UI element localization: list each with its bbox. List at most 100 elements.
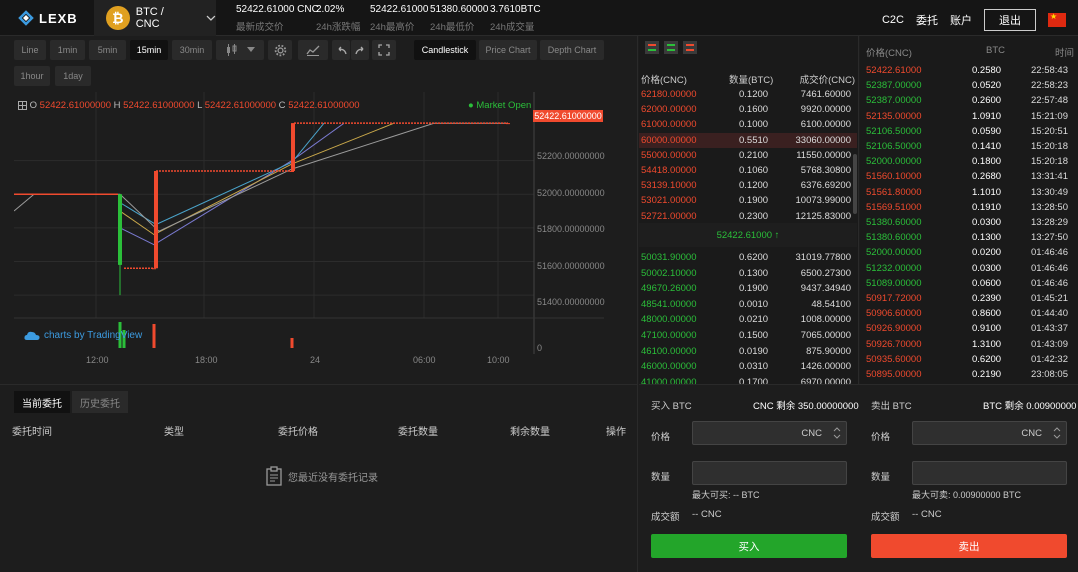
trade-price: 52000.00000 xyxy=(866,156,922,168)
trade-price: 52387.00000 xyxy=(866,95,922,107)
book-view-bids-icon[interactable] xyxy=(664,41,678,54)
tab-order-history[interactable]: 历史委托 xyxy=(72,391,128,413)
logo[interactable]: LEXB xyxy=(18,10,78,26)
ask-row[interactable]: 60000.00000 0.5510 33060.00000 xyxy=(639,132,857,148)
ask-row[interactable]: 53021.00000 0.1900 10073.99000 xyxy=(639,193,857,208)
pair-selector[interactable]: ₿ BTC / CNC xyxy=(94,0,216,36)
bid-price: 48000.00000 xyxy=(641,314,697,326)
bid-row[interactable]: 46000.00000 0.0310 1426.00000 xyxy=(639,359,857,374)
ma-line xyxy=(14,122,508,232)
bid-row[interactable]: 48000.00000 0.0210 1008.00000 xyxy=(639,312,857,327)
ask-row[interactable]: 62000.00000 0.1600 9920.00000 xyxy=(639,102,857,117)
logout-button[interactable]: 退出 xyxy=(984,9,1036,31)
ask-price: 53021.00000 xyxy=(641,195,697,207)
book-view-asks-icon[interactable] xyxy=(683,41,697,54)
trade-time: 13:28:50 xyxy=(1031,201,1068,213)
sell-button[interactable]: 卖出 xyxy=(871,534,1067,558)
price-chart[interactable] xyxy=(14,92,604,354)
trade-price: 50926.90000 xyxy=(866,323,922,335)
buy-price-stepper-icon[interactable] xyxy=(832,425,842,441)
nav-orders[interactable]: 委托 xyxy=(916,12,938,28)
indicators-icon[interactable] xyxy=(298,40,328,60)
trade-row: 52387.00000 0.0520 22:58:23 xyxy=(860,78,1078,93)
mode-price-chart[interactable]: Price Chart xyxy=(479,40,537,60)
buy-button[interactable]: 买入 xyxy=(651,534,847,558)
trade-price: 50917.72000 xyxy=(866,293,922,304)
volume-bar xyxy=(152,324,156,348)
sell-qty-input[interactable] xyxy=(912,461,1067,485)
trade-row: 51089.00000 0.0600 01:46:46 xyxy=(860,276,1078,291)
bid-row[interactable]: 46100.00000 0.0190 875.90000 xyxy=(639,344,857,359)
stat-change: 2.02% 24h涨跌幅 xyxy=(316,4,360,33)
fullscreen-icon[interactable] xyxy=(372,40,396,60)
redo-icon[interactable] xyxy=(351,40,369,60)
bid-row[interactable]: 48541.00000 0.0010 48.54100 xyxy=(639,297,857,312)
ohlc-close: 52422.61000000 xyxy=(288,100,360,111)
interval-30min[interactable]: 30min xyxy=(172,40,212,60)
trade-time: 22:57:48 xyxy=(1031,95,1068,107)
bid-row[interactable]: 49670.26000 0.1900 9437.34940 xyxy=(639,281,857,296)
interval-15min[interactable]: 15min xyxy=(130,40,168,60)
ohlc-o-label: O xyxy=(29,100,38,111)
ask-row[interactable]: 61000.00000 0.1000 6100.00000 xyxy=(639,117,857,132)
undo-icon[interactable] xyxy=(332,40,350,60)
trade-row: 50935.60000 0.6200 01:42:32 xyxy=(860,352,1078,367)
trade-time: 01:46:46 xyxy=(1031,262,1068,274)
bid-qty: 0.6200 xyxy=(739,252,769,263)
ask-row[interactable]: 52721.00000 0.2300 12125.83000 xyxy=(639,209,857,224)
sell-price-label: 价格 xyxy=(871,432,891,443)
interval-1day[interactable]: 1day xyxy=(55,66,91,86)
china-flag-icon[interactable] xyxy=(1048,12,1066,27)
trade-qty: 0.2580 xyxy=(972,65,1002,76)
tab-current-orders[interactable]: 当前委托 xyxy=(14,391,70,413)
sell-price-stepper-icon[interactable] xyxy=(1052,425,1062,441)
bid-row[interactable]: 47100.00000 0.1500 7065.00000 xyxy=(639,328,857,343)
stat-value: 2.02% xyxy=(316,4,345,15)
ask-row[interactable]: 55000.00000 0.2100 11550.00000 xyxy=(639,148,857,163)
moving-average-lines xyxy=(14,122,508,246)
chart-type-dropdown[interactable] xyxy=(216,40,264,60)
nav-account[interactable]: 账户 xyxy=(950,12,972,28)
trade-qty: 0.6200 xyxy=(972,353,1002,365)
x-tick: 24 xyxy=(310,355,321,365)
ask-price: 53139.10000 xyxy=(641,180,697,192)
trade-time: 15:21:09 xyxy=(1031,110,1068,122)
bid-qty: 0.0210 xyxy=(739,314,769,326)
ask-qty: 0.1060 xyxy=(739,165,769,176)
logo-text: LEXB xyxy=(39,10,78,26)
ask-total: 5768.30800 xyxy=(800,165,851,176)
ask-row[interactable]: 53139.10000 0.1200 6376.69200 xyxy=(639,178,857,193)
trades-col-price: 价格(CNC) xyxy=(866,48,912,59)
bid-total: 1426.00000 xyxy=(800,361,851,373)
bid-total: 1008.00000 xyxy=(800,314,851,326)
trade-price: 50895.00000 xyxy=(866,369,922,380)
mode-depth-chart[interactable]: Depth Chart xyxy=(540,40,604,60)
ask-total: 33060.00000 xyxy=(795,134,851,146)
buy-price-input[interactable]: CNC xyxy=(692,421,847,445)
ask-row[interactable]: 62180.00000 0.1200 7461.60000 xyxy=(639,87,857,102)
sell-price-input[interactable]: CNC xyxy=(912,421,1067,445)
cloud-icon xyxy=(24,331,40,340)
nav-c2c[interactable]: C2C xyxy=(882,14,904,26)
ask-row[interactable]: 54418.00000 0.1060 5768.30800 xyxy=(639,163,857,178)
trade-row: 50926.90000 0.9100 01:43:37 xyxy=(860,321,1078,336)
bid-qty: 0.0310 xyxy=(739,361,769,373)
trade-price: 52387.00000 xyxy=(866,80,922,92)
interval-line[interactable]: Line xyxy=(14,40,46,60)
settings-gear-icon[interactable] xyxy=(268,40,292,60)
logo-icon xyxy=(18,10,34,26)
buy-qty-input[interactable] xyxy=(692,461,847,485)
bid-row[interactable]: 50031.90000 0.6200 31019.77800 xyxy=(639,250,857,265)
interval-5min[interactable]: 5min xyxy=(89,40,126,60)
mode-candlestick[interactable]: Candlestick xyxy=(414,40,476,60)
book-view-both-icon[interactable] xyxy=(645,41,659,54)
trade-time: 01:43:37 xyxy=(1031,323,1068,335)
trade-qty: 0.2390 xyxy=(972,293,1002,304)
interval-1min[interactable]: 1min xyxy=(50,40,85,60)
interval-1hour[interactable]: 1hour xyxy=(14,66,50,86)
bid-total: 7065.00000 xyxy=(800,330,851,341)
book-scrollbar[interactable] xyxy=(853,154,857,214)
bitcoin-icon: ₿ xyxy=(106,6,130,30)
tradingview-watermark[interactable]: charts by TradingView xyxy=(24,330,142,341)
bid-row[interactable]: 50002.10000 0.1300 6500.27300 xyxy=(639,266,857,281)
